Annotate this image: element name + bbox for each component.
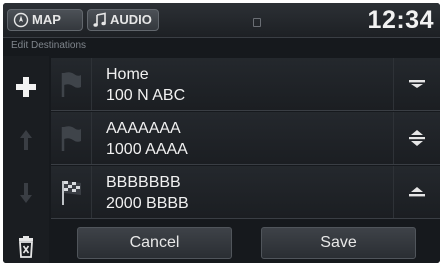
move-down-icon	[20, 183, 32, 203]
action-bar: Cancel Save	[51, 222, 440, 263]
destination-name: BBBBBBB	[106, 174, 181, 191]
audio-button[interactable]: AUDIO	[87, 9, 159, 31]
add-icon	[16, 77, 36, 97]
audio-label: AUDIO	[110, 12, 152, 27]
move-up-button[interactable]	[393, 166, 440, 218]
trash-icon	[19, 236, 33, 258]
delete-button[interactable]	[10, 231, 42, 263]
destination-name: Home	[106, 66, 149, 83]
move-up-down-button[interactable]	[393, 112, 440, 164]
move-down-button[interactable]	[393, 58, 440, 110]
move-up-icon	[409, 187, 425, 197]
map-label: MAP	[32, 12, 61, 27]
navigation-screen: MAP AUDIO 12:34 Edit Destinations Home 1…	[3, 3, 440, 263]
status-bar: MAP AUDIO 12:34	[3, 3, 440, 38]
flag-icon	[51, 112, 92, 164]
destination-row[interactable]: Home 100 N ABC	[51, 58, 440, 111]
page-title: Edit Destinations	[11, 40, 87, 51]
destination-text: AAAAAAA 1000 AAAA	[106, 118, 188, 160]
move-up-down-icon	[409, 130, 425, 146]
move-down-icon	[409, 80, 425, 88]
move-up-icon	[20, 130, 32, 150]
move-up-button[interactable]	[10, 124, 42, 156]
save-button[interactable]: Save	[261, 227, 416, 259]
music-note-icon	[93, 12, 106, 27]
destination-row[interactable]: AAAAAAA 1000 AAAA	[51, 112, 440, 165]
add-destination-button[interactable]	[10, 71, 42, 103]
cancel-button[interactable]: Cancel	[77, 227, 232, 259]
move-down-button[interactable]	[10, 177, 42, 209]
clock: 12:34	[367, 6, 434, 34]
map-button[interactable]: MAP	[7, 9, 83, 31]
checkered-flag-icon	[51, 166, 92, 218]
compass-icon	[13, 12, 29, 28]
edit-tools	[3, 56, 49, 263]
destination-text: Home 100 N ABC	[106, 64, 185, 106]
indicator-icon	[253, 18, 261, 27]
destination-address: 2000 BBBB	[106, 195, 189, 212]
destination-text: BBBBBBB 2000 BBBB	[106, 172, 189, 214]
destination-name: AAAAAAA	[106, 120, 181, 137]
flag-icon	[51, 58, 92, 110]
destination-row[interactable]: BBBBBBB 2000 BBBB	[51, 166, 440, 219]
destination-address: 100 N ABC	[106, 87, 186, 104]
destination-address: 1000 AAAA	[106, 141, 188, 158]
